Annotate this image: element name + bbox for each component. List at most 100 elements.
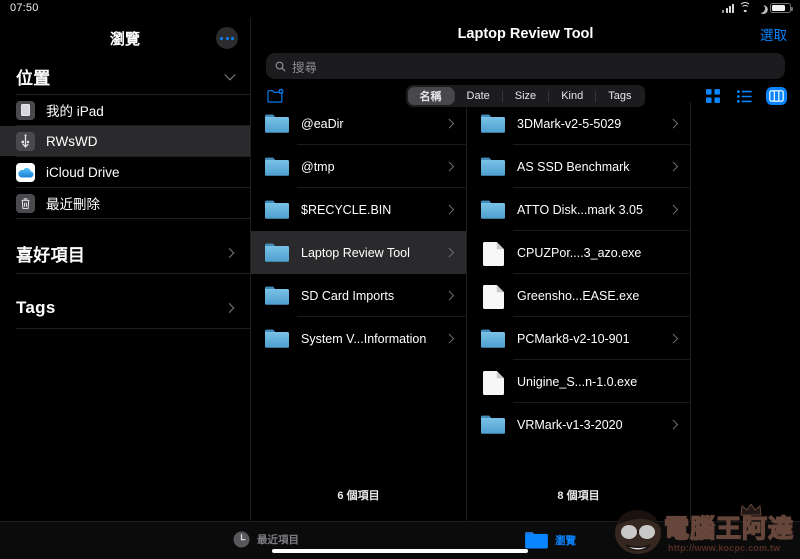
file-row[interactable]: ATTO Disk...mark 3.05 (467, 188, 690, 231)
sidebar-item-label: 我的 iPad (46, 100, 104, 120)
file-name: VRMark-v1-3-2020 (517, 418, 658, 432)
document-icon (481, 242, 505, 263)
file-name: System V...Information (301, 332, 434, 346)
tab-bar: 最近項目 瀏覽 (0, 521, 800, 559)
file-row[interactable]: PCMark8-v2-10-901 (467, 317, 690, 360)
sidebar-section-favorites[interactable]: 喜好項目 (0, 233, 250, 273)
folder-icon (481, 113, 505, 134)
tab-label: 最近項目 (257, 532, 299, 547)
file-row[interactable]: Greensho...EASE.exe (467, 274, 690, 317)
folder-icon (265, 199, 289, 220)
file-name: ATTO Disk...mark 3.05 (517, 203, 658, 217)
sidebar-item-label: iCloud Drive (46, 165, 120, 180)
chevron-right-icon[interactable] (225, 303, 235, 313)
folder-icon (265, 328, 289, 349)
sidebar-item-label: RWsWD (46, 134, 98, 149)
document-icon (481, 285, 505, 306)
sidebar-section-locations[interactable]: 位置 (0, 58, 250, 94)
search-input[interactable]: 搜尋 (266, 53, 785, 79)
sidebar-title: 瀏覽 (110, 28, 140, 49)
file-row[interactable]: @eaDir (251, 102, 466, 145)
folder-icon (265, 113, 289, 134)
battery-icon (770, 3, 791, 13)
search-placeholder: 搜尋 (292, 57, 317, 76)
file-row[interactable]: AS SSD Benchmark (467, 145, 690, 188)
file-column-1: @eaDir @tmp (251, 102, 467, 521)
file-row[interactable]: @tmp (251, 145, 466, 188)
navigation-bar: Laptop Review Tool 選取 (251, 18, 800, 50)
file-column-3 (691, 102, 800, 521)
divider (16, 328, 250, 329)
sidebar-section-title: 喜好項目 (16, 241, 85, 266)
file-name: Unigine_S...n-1.0.exe (517, 375, 678, 389)
status-indicators (722, 3, 791, 13)
usb-drive-icon (16, 132, 35, 151)
chevron-right-icon (444, 248, 453, 257)
signal-bars-icon (722, 4, 734, 13)
folder-icon (265, 242, 289, 263)
file-name: PCMark8-v2-10-901 (517, 332, 658, 346)
file-row-selected[interactable]: Laptop Review Tool (251, 231, 466, 274)
chevron-right-icon (668, 205, 677, 214)
chevron-right-icon (668, 119, 677, 128)
folder-icon (481, 414, 505, 435)
sidebar-section-tags[interactable]: Tags (0, 288, 250, 328)
sidebar-item-recently-deleted[interactable]: 最近刪除 (0, 188, 250, 218)
chevron-down-icon[interactable] (224, 69, 235, 80)
ipad-files-app: 07:50 瀏覽 位置 我的 iPad (0, 0, 800, 559)
status-time: 07:50 (10, 2, 39, 14)
page-title: Laptop Review Tool (458, 26, 594, 42)
tab-browse[interactable]: 瀏覽 (525, 531, 576, 549)
file-name: CPUZPor....3_azo.exe (517, 246, 678, 260)
file-name: @eaDir (301, 117, 434, 131)
sidebar-item-rwswd[interactable]: RWsWD (0, 126, 250, 156)
do-not-disturb-moon-icon (756, 4, 765, 13)
sidebar-section-title: Tags (16, 298, 56, 318)
file-row[interactable]: 3DMark-v2-5-5029 (467, 102, 690, 145)
sidebar-header: 瀏覽 (0, 18, 250, 58)
file-name: AS SSD Benchmark (517, 160, 658, 174)
chevron-right-icon (668, 420, 677, 429)
chevron-right-icon[interactable] (225, 248, 235, 258)
file-row[interactable]: $RECYCLE.BIN (251, 188, 466, 231)
sidebar-section-title: 位置 (16, 64, 51, 89)
sidebar-item-label: 最近刪除 (46, 193, 100, 213)
trash-icon (16, 194, 35, 213)
file-row[interactable]: VRMark-v1-3-2020 (467, 403, 690, 446)
folder-icon (265, 285, 289, 306)
sidebar-item-my-ipad[interactable]: 我的 iPad (0, 95, 250, 125)
folder-icon (481, 156, 505, 177)
tab-label: 瀏覽 (555, 533, 576, 548)
item-count-label: 8 個項目 (467, 487, 690, 503)
chevron-right-icon (444, 162, 453, 171)
file-name: Laptop Review Tool (301, 246, 434, 260)
column-browser: @eaDir @tmp (251, 102, 800, 521)
sidebar-item-icloud-drive[interactable]: iCloud Drive (0, 157, 250, 187)
search-icon (275, 61, 286, 72)
clock-icon (233, 531, 250, 548)
file-name: SD Card Imports (301, 289, 434, 303)
folder-icon (481, 328, 505, 349)
status-bar: 07:50 (0, 0, 800, 18)
chevron-right-icon (444, 119, 453, 128)
folder-icon (265, 156, 289, 177)
file-row[interactable]: CPUZPor....3_azo.exe (467, 231, 690, 274)
file-row[interactable]: System V...Information (251, 317, 466, 360)
chevron-right-icon (444, 334, 453, 343)
chevron-right-icon (668, 334, 677, 343)
icloud-icon (16, 163, 35, 182)
document-icon (481, 371, 505, 392)
file-name: $RECYCLE.BIN (301, 203, 434, 217)
home-indicator[interactable] (272, 549, 528, 553)
wifi-icon (739, 4, 751, 13)
file-row[interactable]: SD Card Imports (251, 274, 466, 317)
sidebar: 瀏覽 位置 我的 iPad RWsWD (0, 18, 251, 559)
folder-icon (525, 531, 548, 549)
more-options-icon[interactable] (216, 27, 238, 49)
folder-icon (481, 199, 505, 220)
select-button[interactable]: 選取 (760, 24, 787, 44)
file-column-2: 3DMark-v2-5-5029 AS SSD Benchmark (467, 102, 691, 521)
file-row[interactable]: Unigine_S...n-1.0.exe (467, 360, 690, 403)
main-panel: Laptop Review Tool 選取 搜尋 名稱 Date (251, 18, 800, 559)
tab-recents[interactable]: 最近項目 (233, 531, 299, 548)
